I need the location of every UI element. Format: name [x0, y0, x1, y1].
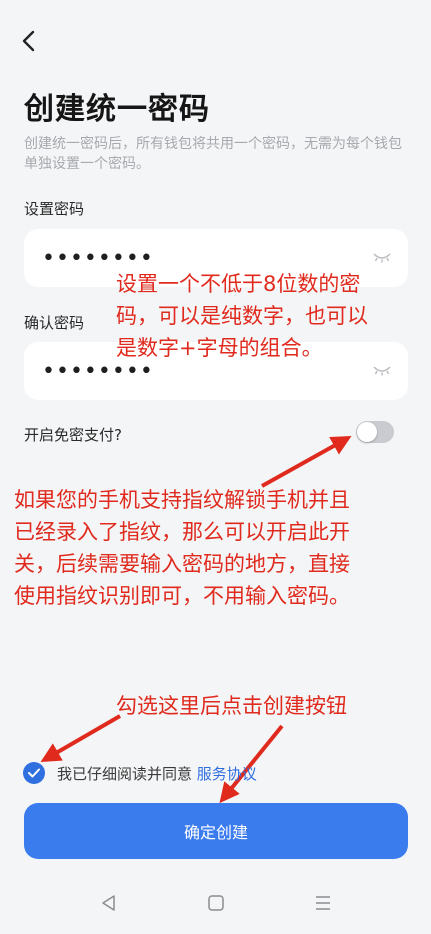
checkmark-icon [28, 768, 40, 778]
annotation-line: 码，可以是纯数字，也可以 [116, 304, 368, 328]
annotation-line: 已经录入了指纹，那么可以开启此开 [14, 520, 350, 544]
password-free-toggle[interactable] [356, 421, 394, 443]
agreement-label: 我已仔细阅读并同意 [57, 765, 193, 783]
annotation-line: 如果您的手机支持指纹解锁手机并且 [14, 488, 350, 512]
password-label: 设置密码 [24, 200, 85, 218]
password-free-label: 开启免密支付? [24, 426, 122, 444]
confirm-password-label: 确认密码 [24, 314, 85, 332]
annotation-check-hint: 勾选这里后点击创建按钮 [116, 694, 347, 718]
toggle-knob [357, 422, 377, 442]
eye-closed-icon[interactable] [372, 362, 392, 381]
service-agreement-link[interactable]: 服务协议 [197, 765, 257, 783]
back-button[interactable] [14, 26, 44, 56]
annotation-line: 使用指纹识别即可，不用输入密码。 [14, 584, 350, 608]
create-button[interactable]: 确定创建 [24, 803, 408, 859]
chevron-left-icon [22, 30, 35, 52]
annotation-line: 是数字+字母的组合。 [116, 336, 323, 360]
annotation-line: 设置一个不低于8位数的密 [116, 272, 361, 296]
annotation-fingerprint: 如果您的手机支持指纹解锁手机并且 已经录入了指纹，那么可以开启此开 关，后续需要… [14, 484, 350, 612]
system-nav-bar [0, 880, 431, 934]
page-description: 创建统一密码后，所有钱包将共用一个密码，无需为每个钱包单独设置一个密码。 [24, 136, 402, 172]
agreement-checkbox[interactable] [23, 762, 45, 784]
nav-menu-icon[interactable] [314, 894, 332, 916]
nav-back-icon[interactable] [100, 894, 118, 916]
annotation-password-rule: 设置一个不低于8位数的密 码，可以是纯数字，也可以 是数字+字母的组合。 [116, 268, 368, 364]
nav-home-icon[interactable] [207, 894, 225, 916]
annotation-line: 关，后续需要输入密码的地方，直接 [14, 552, 350, 576]
page-title: 创建统一密码 [24, 92, 210, 127]
agreement-text: 我已仔细阅读并同意 服务协议 [57, 763, 257, 784]
password-input[interactable] [42, 245, 342, 271]
eye-closed-icon[interactable] [372, 249, 392, 268]
